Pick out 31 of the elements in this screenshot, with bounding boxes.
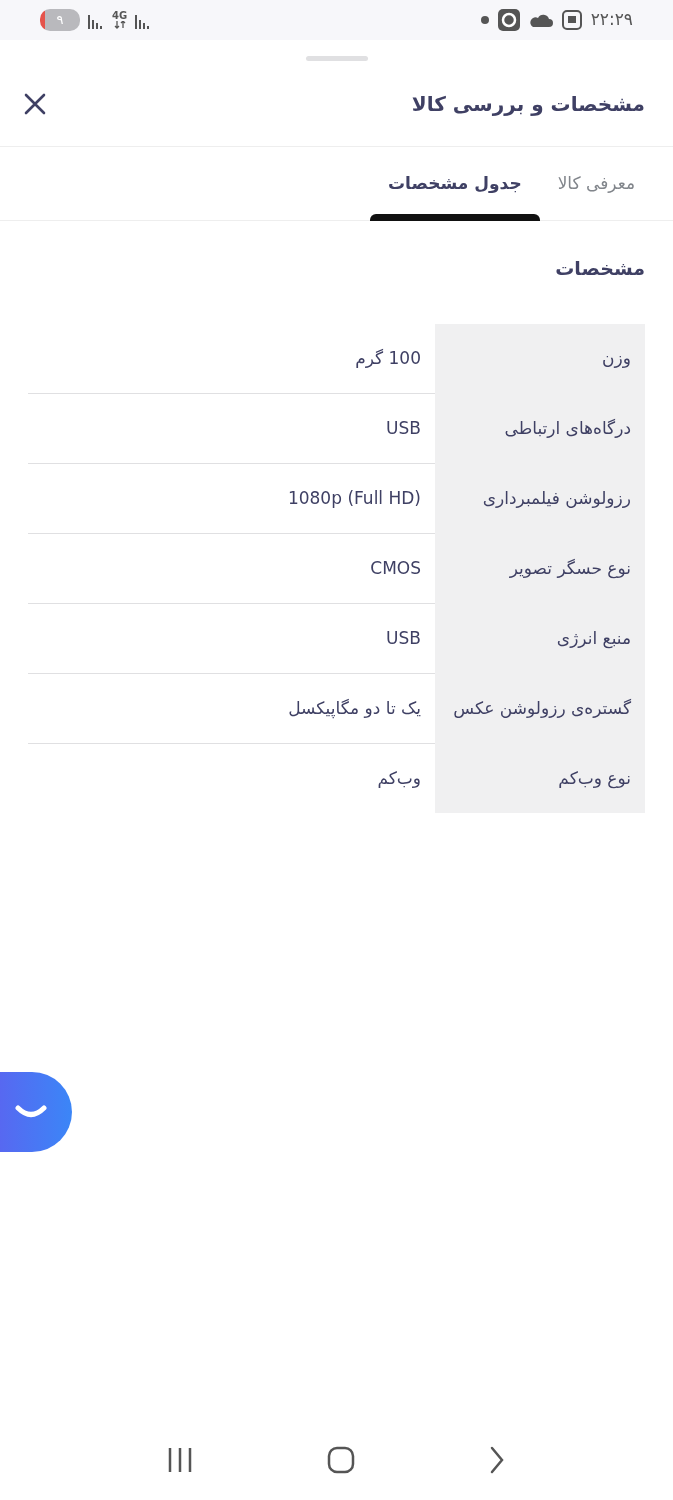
chat-button[interactable] <box>0 1072 72 1152</box>
spec-label: وزن <box>435 323 645 394</box>
recent-apps-icon[interactable] <box>166 1446 193 1474</box>
battery-level-text: ۹ <box>56 11 64 30</box>
screenshot-icon <box>560 9 583 31</box>
tab[interactable]: جدول مشخصات <box>370 147 540 220</box>
spec-value: 100 گرم <box>28 323 435 394</box>
spec-value: 1080p (Full HD) <box>28 463 435 534</box>
home-icon[interactable] <box>326 1446 355 1474</box>
spec-label: نوع حسگر تصویر <box>435 533 645 604</box>
spec-value: CMOS <box>28 533 435 604</box>
smile-icon <box>15 1105 47 1119</box>
spec-label: رزولوشن فیلمبرداری <box>435 463 645 534</box>
sheet-title: مشخصات و بررسی کالا <box>411 91 645 116</box>
clock-time: ۲۲:۲۹ <box>590 8 633 32</box>
spec-label: نوع وب‌کم <box>435 743 645 813</box>
spec-label: گستره‌ی رزولوشن عکس <box>435 673 645 744</box>
spec-label: درگاه‌های ارتباطی <box>435 393 645 464</box>
spec-value: وب‌کم <box>376 766 422 790</box>
tab[interactable]: معرفی کالا <box>539 147 653 220</box>
close-icon[interactable] <box>24 92 46 115</box>
dot-icon <box>480 16 489 24</box>
network-type: 4G <box>112 11 128 21</box>
spec-value: USB <box>28 393 435 464</box>
spec-value: یک تا دو مگاپیکسل <box>28 673 435 744</box>
app-icon <box>496 8 521 32</box>
spec-label: منبع انرژی <box>435 603 645 674</box>
spec-value: USB <box>28 603 435 674</box>
drag-handle[interactable] <box>305 56 368 61</box>
data-arrows-icon <box>113 21 126 29</box>
section-title: مشخصات <box>554 256 646 280</box>
